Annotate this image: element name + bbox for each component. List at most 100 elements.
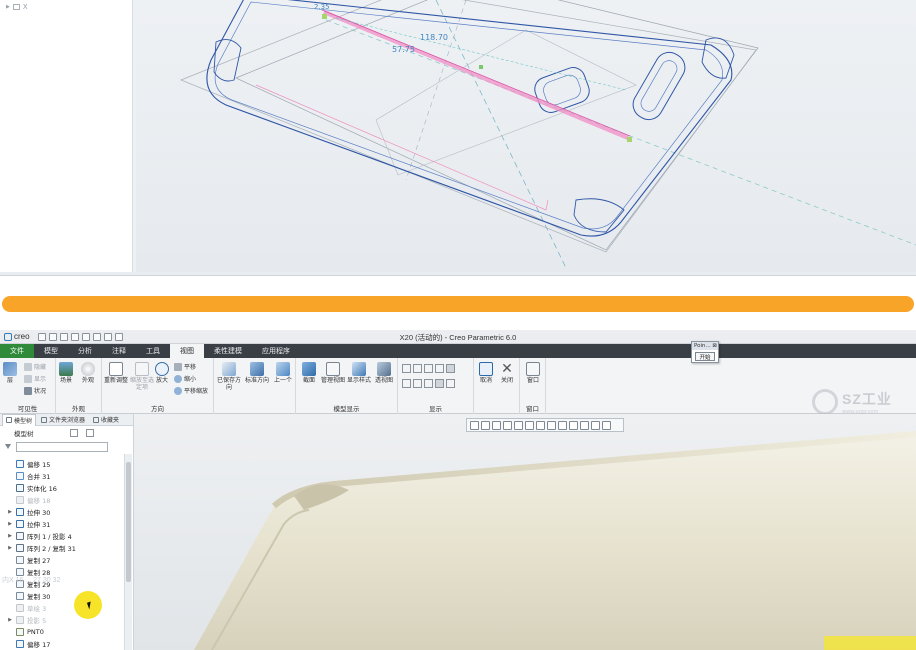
view-manager-icon[interactable]	[547, 420, 556, 430]
spin-center-icon[interactable]	[446, 379, 455, 388]
saved-orientation-button[interactable]: 已保存方向	[216, 362, 242, 391]
zoom-in-icon[interactable]	[481, 420, 490, 430]
standard-orientation-button[interactable]: 标准方向	[244, 362, 270, 384]
datum-display-icon[interactable]	[569, 420, 578, 430]
scrollbar-thumb[interactable]	[126, 462, 131, 582]
annotation-display-icon[interactable]	[446, 364, 455, 373]
close-button[interactable]: ✕ 关闭	[497, 362, 517, 384]
axis-display-icon[interactable]	[413, 364, 422, 373]
show-button[interactable]: 显示	[24, 374, 46, 383]
filter-icon[interactable]	[5, 444, 11, 450]
tree-row[interactable]: 偏移 17	[0, 638, 124, 650]
tree-row[interactable]: ▶ 拉伸 30	[0, 506, 124, 518]
section-icon[interactable]	[558, 420, 567, 430]
tab-applications[interactable]: 应用程序	[252, 344, 300, 358]
zoom-out-icon[interactable]	[492, 420, 501, 430]
expand-arrow-icon[interactable]: ▶	[6, 545, 14, 551]
manage-views-button[interactable]: 管理视图	[320, 362, 346, 384]
tab-model[interactable]: 模型	[34, 344, 68, 358]
point-tag-icon[interactable]	[424, 379, 433, 388]
group-window: 窗口 窗口	[520, 358, 546, 414]
display-style-label: 显示样式	[346, 377, 371, 384]
drag-handle[interactable]	[479, 65, 483, 69]
tree-row[interactable]: 实体化 16	[0, 482, 124, 494]
zoom-in-button[interactable]: 放大	[154, 362, 170, 384]
tree-row[interactable]: ▶ 拉伸 31	[0, 518, 124, 530]
tab-file[interactable]: 文件	[0, 344, 34, 358]
hide-button[interactable]: 隐藏	[24, 362, 46, 371]
status-button[interactable]: 状况	[24, 386, 46, 395]
expand-arrow-icon[interactable]: ▶	[6, 521, 14, 527]
dimension-label[interactable]: 118.70	[420, 33, 448, 42]
previous-view-button[interactable]: 上一个	[272, 362, 294, 384]
tab-view[interactable]: 视图	[170, 344, 204, 358]
highlighted-edge[interactable]	[824, 636, 916, 650]
tree-scrollbar[interactable]	[124, 454, 132, 650]
display-style-button[interactable]: 显示样式	[346, 362, 372, 384]
csys-display-icon[interactable]	[435, 364, 444, 373]
perspective-button[interactable]: 透视图	[372, 362, 396, 384]
graphics-area[interactable]	[134, 414, 916, 650]
plane-tag-icon[interactable]	[402, 379, 411, 388]
annotation-display-icon[interactable]	[580, 420, 589, 430]
close-icon[interactable]: ⊠	[712, 343, 717, 349]
tree-row[interactable]: ▶ 投影 5	[0, 614, 124, 626]
perspective-icon[interactable]	[514, 420, 523, 430]
tab-favorites[interactable]: 收藏夹	[90, 414, 122, 425]
axis-tag-icon[interactable]	[413, 379, 422, 388]
saved-views-icon[interactable]	[536, 420, 545, 430]
zoom-out-button[interactable]: 缩小	[174, 374, 196, 383]
tab-annotate[interactable]: 注释	[102, 344, 136, 358]
point-display-icon[interactable]	[424, 364, 433, 373]
tree-row[interactable]: 复制 27	[0, 554, 124, 566]
display-style-icon[interactable]	[525, 420, 534, 430]
refit-icon[interactable]	[470, 420, 479, 430]
tree-row[interactable]: 偏移 15	[0, 458, 124, 470]
tab-analysis[interactable]: 分析	[68, 344, 102, 358]
top-tree-row[interactable]: ▶ X	[6, 2, 28, 12]
dimension-label[interactable]: 2.35	[314, 3, 330, 11]
spin-center-icon[interactable]	[591, 420, 600, 430]
expand-arrow-icon[interactable]: ▶	[6, 617, 14, 623]
tree-search-input[interactable]	[16, 442, 108, 452]
expand-arrow-icon[interactable]: ▶	[6, 509, 14, 515]
dialog-title: Poin...	[694, 343, 711, 349]
zoom-to-selected-button[interactable]: 缩放至选定项	[130, 362, 154, 391]
pan-zoom-button[interactable]: 平移缩放	[174, 386, 208, 395]
appearance-button[interactable]: 外观	[81, 362, 95, 384]
plane-display-icon[interactable]	[402, 364, 411, 373]
tab-tools[interactable]: 工具	[136, 344, 170, 358]
tab-folder-browser[interactable]: 文件夹浏览器	[38, 414, 88, 425]
tree-row[interactable]: ▶ 阵列 1 / 投影 4	[0, 530, 124, 542]
tree-row[interactable]: 复制 30	[0, 590, 124, 602]
tree-row[interactable]: 偏移 18	[0, 494, 124, 506]
refit-button[interactable]: 重新调整	[104, 362, 128, 384]
selection-filter-icon[interactable]	[602, 420, 611, 430]
tree-row[interactable]: ▶ 阵列 2 / 复制 31	[0, 542, 124, 554]
top-screenshot-panel: ▶ X 118.70 57.75 2.35	[0, 0, 916, 276]
tab-model-tree[interactable]: 模型树	[2, 413, 37, 426]
saved-orientation-label: 已保存方向	[216, 377, 241, 391]
scene-button[interactable]: 场景	[59, 362, 73, 384]
drag-handle[interactable]	[627, 137, 632, 142]
tree-row[interactable]: 草绘 3	[0, 602, 124, 614]
start-button[interactable]: 开始	[695, 352, 715, 361]
tree-row[interactable]: 合并 31	[0, 470, 124, 482]
feature-icon	[16, 592, 24, 600]
pan-button[interactable]: 平移	[174, 362, 196, 371]
tree-settings-icon[interactable]	[69, 429, 78, 437]
cancel-button[interactable]: 取消	[476, 362, 496, 384]
drag-handle[interactable]	[322, 14, 327, 19]
tree-columns-icon[interactable]	[85, 429, 94, 437]
repaint-icon[interactable]	[503, 420, 512, 430]
window-button[interactable]: 窗口	[522, 362, 544, 384]
section-button[interactable]: 截面	[298, 362, 320, 384]
tab-flexible-modeling[interactable]: 柔性建模	[204, 344, 252, 358]
csys-tag-icon[interactable]	[435, 379, 444, 388]
expand-arrow-icon[interactable]: ▶	[6, 4, 10, 10]
tree-row[interactable]: PNT0	[0, 626, 124, 638]
dimension-label[interactable]: 57.75	[392, 45, 415, 54]
expand-arrow-icon[interactable]: ▶	[6, 533, 14, 539]
layer-button[interactable]: 层	[3, 362, 17, 384]
wireframe-graphics-area[interactable]: 118.70 57.75 2.35	[136, 0, 916, 272]
